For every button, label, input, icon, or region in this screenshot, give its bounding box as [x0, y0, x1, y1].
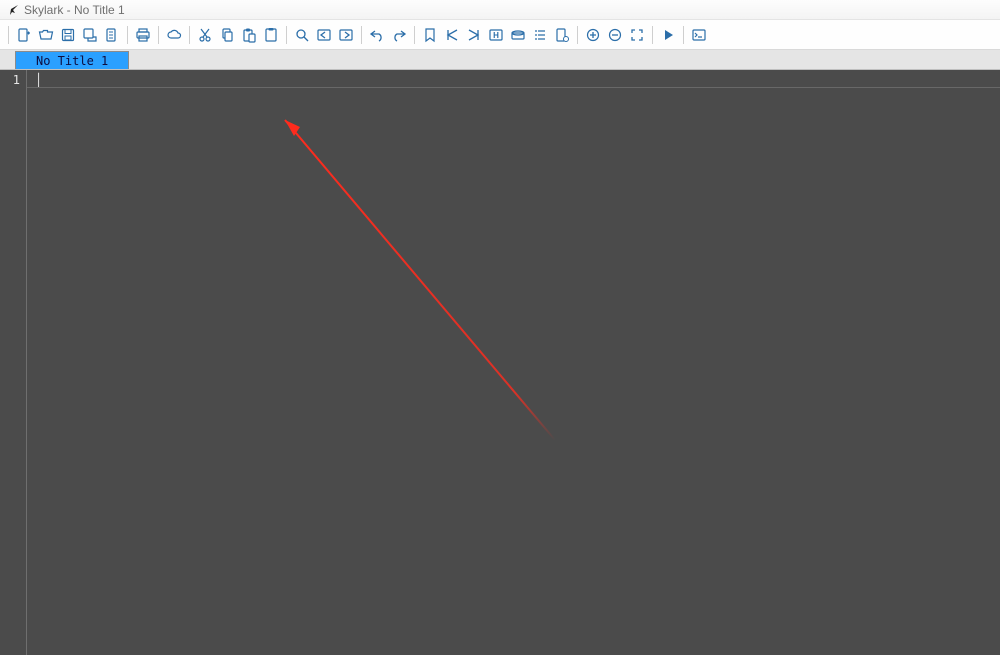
- zoom-out-button[interactable]: [605, 25, 625, 45]
- terminal-button[interactable]: [689, 25, 709, 45]
- toolbar-separator: [158, 26, 159, 44]
- toolbar-separator: [652, 26, 653, 44]
- line-number: 1: [13, 73, 26, 87]
- toolbar-separator: [361, 26, 362, 44]
- toolbar-separator: [286, 26, 287, 44]
- editor: 1 │: [0, 70, 1000, 655]
- clipboard-button[interactable]: [261, 25, 281, 45]
- open-file-button[interactable]: [36, 25, 56, 45]
- print-button[interactable]: [133, 25, 153, 45]
- file-settings-button[interactable]: [552, 25, 572, 45]
- line-number-gutter: 1: [0, 70, 27, 655]
- toolbar-separator: [8, 26, 9, 44]
- redo-button[interactable]: [389, 25, 409, 45]
- bookmark-toggle-button[interactable]: H: [486, 25, 506, 45]
- app-logo-icon: [6, 3, 20, 17]
- toolbar: H: [0, 20, 1000, 50]
- window-title: Skylark - No Title 1: [24, 3, 125, 17]
- find-prev-button[interactable]: [314, 25, 334, 45]
- toolbar-separator: [127, 26, 128, 44]
- toolbar-separator: [189, 26, 190, 44]
- toolbar-separator: [683, 26, 684, 44]
- tab-no-title-1[interactable]: No Title 1: [15, 51, 129, 69]
- tab-gutter: [0, 50, 15, 69]
- toolbar-separator: [577, 26, 578, 44]
- search-button[interactable]: [292, 25, 312, 45]
- save-button[interactable]: [58, 25, 78, 45]
- toolbar-separator: [414, 26, 415, 44]
- fullscreen-button[interactable]: [627, 25, 647, 45]
- tabs-row: No Title 1: [0, 50, 1000, 70]
- undo-button[interactable]: [367, 25, 387, 45]
- paste-button[interactable]: [239, 25, 259, 45]
- bookmark-button[interactable]: [420, 25, 440, 45]
- list-button[interactable]: [530, 25, 550, 45]
- new-file-button[interactable]: [14, 25, 34, 45]
- code-divider: [27, 87, 1000, 88]
- tabs-spacer: [129, 50, 1000, 69]
- code-area[interactable]: │: [27, 70, 1000, 655]
- titlebar: Skylark - No Title 1: [0, 0, 1000, 20]
- svg-text:H: H: [493, 31, 499, 40]
- run-button[interactable]: [658, 25, 678, 45]
- copy-button[interactable]: [217, 25, 237, 45]
- zoom-in-button[interactable]: [583, 25, 603, 45]
- text-cursor: │: [35, 73, 42, 87]
- disk-button[interactable]: [508, 25, 528, 45]
- bookmark-prev-button[interactable]: [442, 25, 462, 45]
- cut-button[interactable]: [195, 25, 215, 45]
- save-as-button[interactable]: [80, 25, 100, 45]
- cloud-button[interactable]: [164, 25, 184, 45]
- bookmark-next-button[interactable]: [464, 25, 484, 45]
- find-next-button[interactable]: [336, 25, 356, 45]
- new-document-button[interactable]: [102, 25, 122, 45]
